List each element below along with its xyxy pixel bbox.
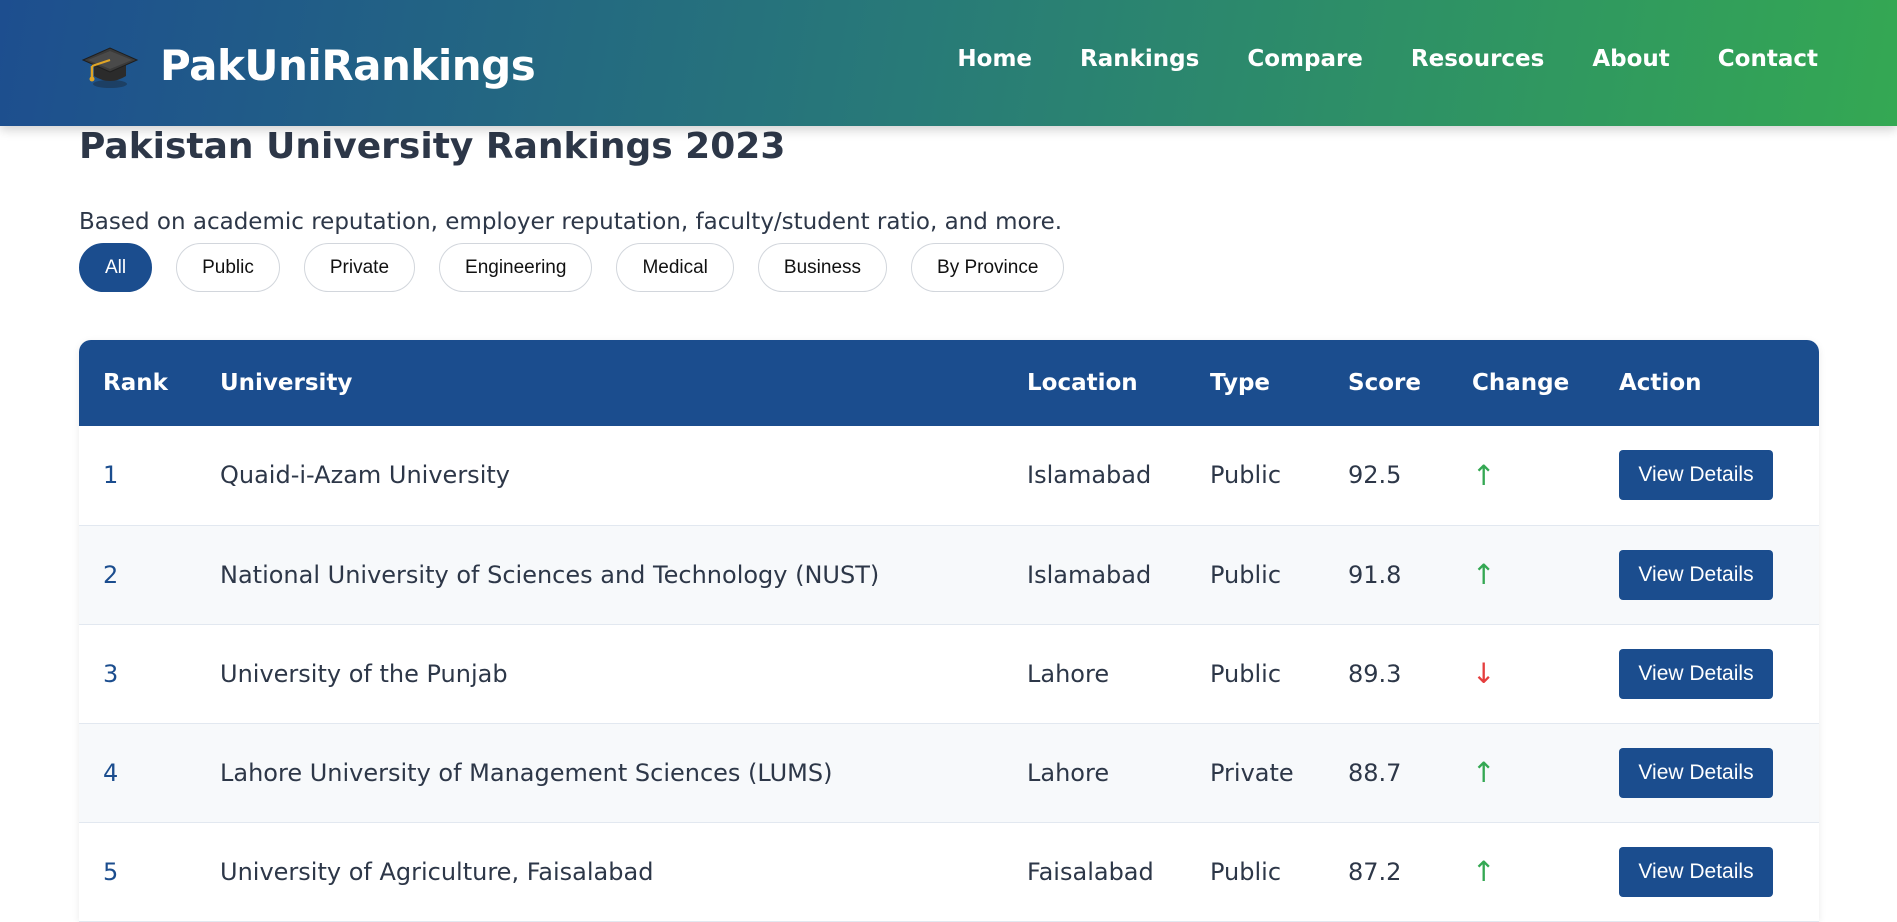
col-location[interactable]: Location bbox=[1003, 340, 1186, 426]
score-cell: 89.3 bbox=[1348, 659, 1402, 688]
type-cell: Public bbox=[1210, 461, 1282, 490]
change-cell: ↓ bbox=[1448, 624, 1595, 723]
nav-rankings[interactable]: Rankings bbox=[1080, 46, 1199, 72]
change-cell: ↑ bbox=[1448, 525, 1595, 624]
graduation-cap-icon bbox=[81, 47, 139, 88]
main-nav: Home Rankings Compare Resources About Co… bbox=[957, 46, 1818, 72]
rank-cell: 5 bbox=[103, 857, 119, 886]
nav-compare[interactable]: Compare bbox=[1247, 46, 1363, 72]
location-cell: Faisalabad bbox=[1027, 857, 1154, 886]
nav-contact[interactable]: Contact bbox=[1718, 46, 1818, 72]
table-row: 5 University of Agriculture, Faisalabad … bbox=[79, 822, 1819, 921]
rank-cell: 1 bbox=[103, 461, 119, 490]
score-cell: 92.5 bbox=[1348, 461, 1402, 490]
col-change[interactable]: Change bbox=[1448, 340, 1595, 426]
rankings-table: Rank University Location Type Score Chan… bbox=[79, 340, 1819, 922]
col-rank[interactable]: Rank bbox=[79, 340, 196, 426]
nav-resources[interactable]: Resources bbox=[1411, 46, 1544, 72]
filter-engineering[interactable]: Engineering bbox=[439, 243, 593, 292]
top-navbar: PakUniRankings Home Rankings Compare Res… bbox=[0, 0, 1897, 126]
table-row: 4 Lahore University of Management Scienc… bbox=[79, 723, 1819, 822]
page-subtitle: Based on academic reputation, employer r… bbox=[79, 209, 1063, 235]
view-details-button[interactable]: View Details bbox=[1619, 846, 1773, 897]
university-cell: National University of Sciences and Tech… bbox=[220, 560, 880, 589]
view-details-button[interactable]: View Details bbox=[1619, 450, 1773, 501]
col-score[interactable]: Score bbox=[1324, 340, 1448, 426]
change-cell: ↑ bbox=[1448, 426, 1595, 525]
filter-private[interactable]: Private bbox=[303, 243, 416, 292]
university-cell: University of Agriculture, Faisalabad bbox=[220, 857, 654, 886]
action-cell: View Details bbox=[1595, 525, 1819, 624]
page-title: Pakistan University Rankings 2023 bbox=[79, 126, 786, 167]
filter-business[interactable]: Business bbox=[757, 243, 888, 292]
col-university[interactable]: University bbox=[196, 340, 1003, 426]
view-details-button[interactable]: View Details bbox=[1619, 549, 1773, 600]
university-cell: University of the Punjab bbox=[220, 659, 508, 688]
filter-medical[interactable]: Medical bbox=[616, 243, 734, 292]
table-row: 1 Quaid-i-Azam University Islamabad Publ… bbox=[79, 426, 1819, 525]
rank-cell: 3 bbox=[103, 659, 119, 688]
location-cell: Lahore bbox=[1027, 659, 1110, 688]
rank-cell: 2 bbox=[103, 560, 119, 589]
university-cell: Lahore University of Management Sciences… bbox=[220, 758, 833, 787]
rank-cell: 4 bbox=[103, 758, 119, 787]
table-header-row: Rank University Location Type Score Chan… bbox=[79, 340, 1819, 426]
col-action: Action bbox=[1619, 370, 1702, 396]
location-cell: Lahore bbox=[1027, 758, 1110, 787]
col-type[interactable]: Type bbox=[1186, 340, 1324, 426]
arrow-down-icon: ↓ bbox=[1472, 657, 1496, 690]
table-row: 2 National University of Sciences and Te… bbox=[79, 525, 1819, 624]
view-details-button[interactable]: View Details bbox=[1619, 648, 1773, 699]
action-cell: View Details bbox=[1595, 624, 1819, 723]
type-cell: Private bbox=[1210, 758, 1294, 787]
filter-public[interactable]: Public bbox=[176, 243, 280, 292]
score-cell: 88.7 bbox=[1348, 758, 1402, 787]
view-details-button[interactable]: View Details bbox=[1619, 747, 1773, 798]
arrow-up-icon: ↑ bbox=[1472, 756, 1496, 789]
action-cell: View Details bbox=[1595, 723, 1819, 822]
type-cell: Public bbox=[1210, 560, 1282, 589]
change-cell: ↑ bbox=[1448, 723, 1595, 822]
score-cell: 91.8 bbox=[1348, 560, 1402, 589]
action-cell: View Details bbox=[1595, 426, 1819, 525]
nav-about[interactable]: About bbox=[1592, 46, 1669, 72]
table-row: 3 University of the Punjab Lahore Public… bbox=[79, 624, 1819, 723]
action-cell: View Details bbox=[1595, 822, 1819, 921]
arrow-up-icon: ↑ bbox=[1472, 558, 1496, 591]
filter-by-province[interactable]: By Province bbox=[911, 243, 1065, 292]
university-cell: Quaid-i-Azam University bbox=[220, 461, 510, 490]
location-cell: Islamabad bbox=[1027, 560, 1152, 589]
arrow-up-icon: ↑ bbox=[1472, 458, 1496, 492]
brand-name: PakUniRankings bbox=[160, 40, 536, 90]
brand[interactable]: PakUniRankings bbox=[80, 38, 536, 92]
type-cell: Public bbox=[1210, 857, 1282, 886]
change-cell: ↑ bbox=[1448, 822, 1595, 921]
filter-all[interactable]: All bbox=[79, 243, 153, 292]
arrow-up-icon: ↑ bbox=[1472, 855, 1496, 888]
nav-home[interactable]: Home bbox=[957, 46, 1032, 72]
type-cell: Public bbox=[1210, 659, 1282, 688]
location-cell: Islamabad bbox=[1027, 461, 1152, 490]
score-cell: 87.2 bbox=[1348, 857, 1402, 886]
filter-bar: All Public Private Engineering Medical B… bbox=[79, 243, 1065, 292]
